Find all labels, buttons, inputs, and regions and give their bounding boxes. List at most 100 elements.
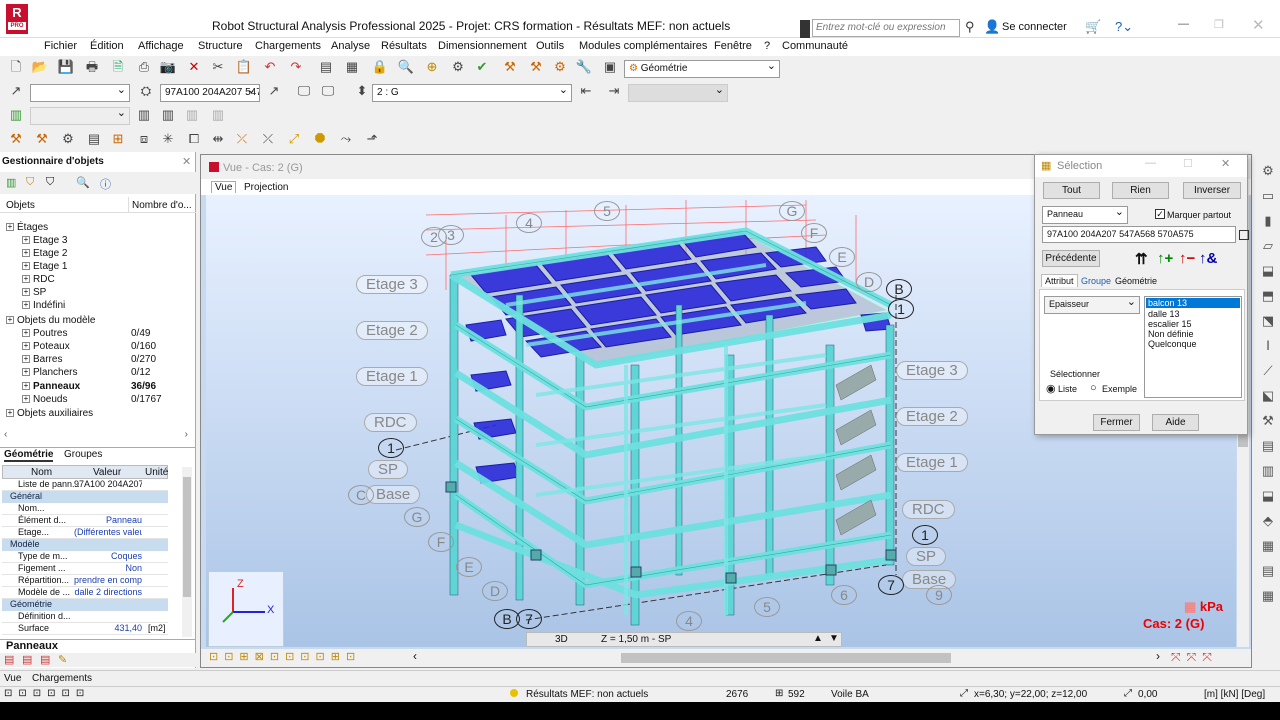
table-icon[interactable]: ▤ — [316, 57, 336, 77]
remove-selection-icon[interactable]: ↑− — [1179, 250, 1195, 267]
tab-vue[interactable]: Vue — [211, 181, 237, 193]
pointer-icon[interactable]: ↗ — [6, 81, 26, 101]
release-icon[interactable]: ⤫ — [232, 129, 252, 149]
load-case-combo[interactable]: 2 : G — [372, 84, 572, 102]
selection-apply-box[interactable] — [1239, 230, 1249, 240]
menu-edition[interactable]: Édition — [90, 40, 124, 52]
expand-icon[interactable]: + — [22, 368, 30, 377]
restore-icon[interactable]: ❐ — [1214, 18, 1224, 31]
property-row[interactable]: Liste de pann...97A100 204A207 5... — [2, 479, 168, 491]
property-row[interactable]: Figement ... Non — [2, 563, 168, 575]
tab-attribut[interactable]: Attribut — [1041, 274, 1078, 287]
load-case-icon[interactable]: ⬍ — [352, 81, 372, 101]
print-preview-icon[interactable]: 🗎 — [108, 57, 128, 77]
expand-icon[interactable]: + — [22, 355, 30, 364]
tree-item[interactable]: + Etage 2 — [22, 248, 67, 259]
expand-icon[interactable]: + — [6, 409, 14, 418]
modeling-icon[interactable]: ⚒ — [6, 129, 26, 149]
list-item[interactable]: dalle 13 — [1146, 309, 1240, 319]
select-all-arrow-icon[interactable]: ⇈ — [1135, 250, 1148, 268]
expand-icon[interactable]: + — [6, 316, 14, 325]
dialog-close-icon[interactable]: ✕ — [1221, 157, 1230, 170]
cut-icon[interactable]: ✂ — [208, 57, 228, 77]
tree-item[interactable]: + Indéfini — [22, 300, 65, 311]
wind-icon[interactable]: ⤳ — [336, 129, 356, 149]
menu-affichage[interactable]: Affichage — [138, 40, 184, 52]
floor-icon[interactable]: ▤ — [84, 129, 104, 149]
tab-projection[interactable]: Projection — [244, 182, 288, 193]
select-all-button[interactable]: Tout — [1043, 182, 1100, 199]
display-icon[interactable]: 🖵 — [294, 81, 314, 101]
list-item[interactable]: escalier 15 — [1146, 319, 1240, 329]
tab-geometrie[interactable]: Géométrie — [4, 449, 54, 462]
tree-item[interactable]: + Poteaux — [22, 341, 70, 352]
calc-model-icon[interactable]: ⚙ — [58, 129, 78, 149]
mesh-icon[interactable]: ⚒ — [500, 57, 520, 77]
list-item[interactable]: balcon 13 — [1146, 298, 1240, 308]
menu-fenetre[interactable]: Fenêtre — [714, 40, 752, 52]
app-logo[interactable]: R PRO — [6, 4, 28, 34]
search-toggle[interactable] — [800, 20, 810, 38]
previous-selection-button[interactable]: Précédente — [1042, 250, 1100, 267]
expand-icon[interactable]: + — [22, 342, 30, 351]
story-manage-icon[interactable]: ▥ — [158, 105, 178, 125]
menu-chargements[interactable]: Chargements — [255, 40, 321, 52]
expand-icon[interactable]: + — [22, 236, 30, 245]
structure-type-combo[interactable] — [30, 84, 130, 102]
property-row[interactable]: Modèle — [2, 539, 168, 551]
radio-example[interactable]: ○ — [1090, 382, 1097, 394]
zoom-in-icon[interactable]: ⊕ — [422, 57, 442, 77]
user-icon[interactable]: 👤 — [984, 19, 1000, 35]
story-up-icon[interactable]: ▥ — [134, 105, 154, 125]
new-file-icon[interactable]: 🗋 — [6, 57, 26, 77]
zoom-window-icon[interactable]: 🔍 — [396, 57, 416, 77]
selection-filter-icon[interactable]: ↗ — [264, 81, 284, 101]
cladding-icon[interactable]: ⯃ — [310, 129, 330, 149]
load-icon[interactable]: ⤢ — [284, 129, 304, 149]
tree-item[interactable]: + Objets auxiliaires — [6, 408, 93, 419]
screen-capture-icon[interactable]: ⎙ — [134, 57, 154, 77]
menu-dimensionnement[interactable]: Dimensionnement — [438, 40, 527, 52]
bottom-tab-chargements[interactable]: Chargements — [32, 673, 92, 684]
view-mode-3d[interactable]: 3D — [555, 634, 568, 645]
menu-communaute[interactable]: Communauté — [782, 40, 848, 52]
count-column-header[interactable]: Nombre d'o... — [128, 197, 195, 213]
binoculars-icon[interactable]: ⚲ — [965, 19, 975, 35]
selection-combo[interactable]: 97A100 204A207 547 — [160, 84, 260, 102]
menu-help[interactable]: ? — [764, 40, 770, 52]
tab-groupes[interactable]: Groupes — [64, 449, 102, 460]
level-down-icon[interactable]: ▼ — [829, 633, 839, 644]
expand-icon[interactable]: + — [22, 275, 30, 284]
status-units[interactable]: [m] [kN] [Deg] — [1204, 689, 1265, 700]
tree-item[interactable]: + SP — [22, 287, 46, 298]
tree-item[interactable]: + Étages — [6, 222, 48, 233]
search-icon[interactable]: 🔍 — [76, 176, 90, 189]
expand-icon[interactable]: + — [22, 382, 30, 391]
tools-icon[interactable]: ⚒ — [526, 57, 546, 77]
print-icon[interactable]: 🖶 — [82, 57, 102, 77]
property-row[interactable]: Élément d... Panneau — [2, 515, 168, 527]
tab-groupe[interactable]: Groupe — [1081, 276, 1111, 286]
objects-column-header[interactable]: Objets — [6, 200, 35, 211]
status-left-icons[interactable]: ⊡⊡⊡⊡⊡⊡ — [4, 688, 90, 699]
property-row[interactable]: Répartition... prendre en comp — [2, 575, 168, 587]
add-selection-icon[interactable]: ↑+ — [1157, 250, 1173, 267]
close-icon[interactable]: ✕ — [1252, 16, 1265, 34]
wrench-icon[interactable]: 🔧 — [574, 57, 594, 77]
structure-view-icon[interactable]: ⚙ — [448, 57, 468, 77]
stories-icon[interactable]: ▥ — [6, 105, 26, 125]
menu-modules[interactable]: Modules complémentaires — [579, 40, 707, 52]
tree-item[interactable]: + Barres — [22, 354, 62, 365]
support-icon[interactable]: ✳ — [158, 129, 178, 149]
prop-sort-icon[interactable]: ▤ — [4, 653, 14, 666]
property-row[interactable]: Etage... (Différentes valeu — [2, 527, 168, 539]
property-row[interactable]: Géométrie — [2, 599, 168, 611]
menu-analyse[interactable]: Analyse — [331, 40, 370, 52]
signin-link[interactable]: Se connecter — [1002, 21, 1067, 33]
expand-icon[interactable]: + — [22, 329, 30, 338]
property-row[interactable]: Nom... — [2, 503, 168, 515]
view-right-icons[interactable]: ⤧⤧⤧ — [1171, 650, 1218, 665]
expand-icon[interactable]: + — [6, 223, 14, 232]
filter-icon[interactable]: ⛉ — [26, 176, 34, 189]
scroll-left-icon[interactable]: ‹ — [413, 649, 417, 663]
